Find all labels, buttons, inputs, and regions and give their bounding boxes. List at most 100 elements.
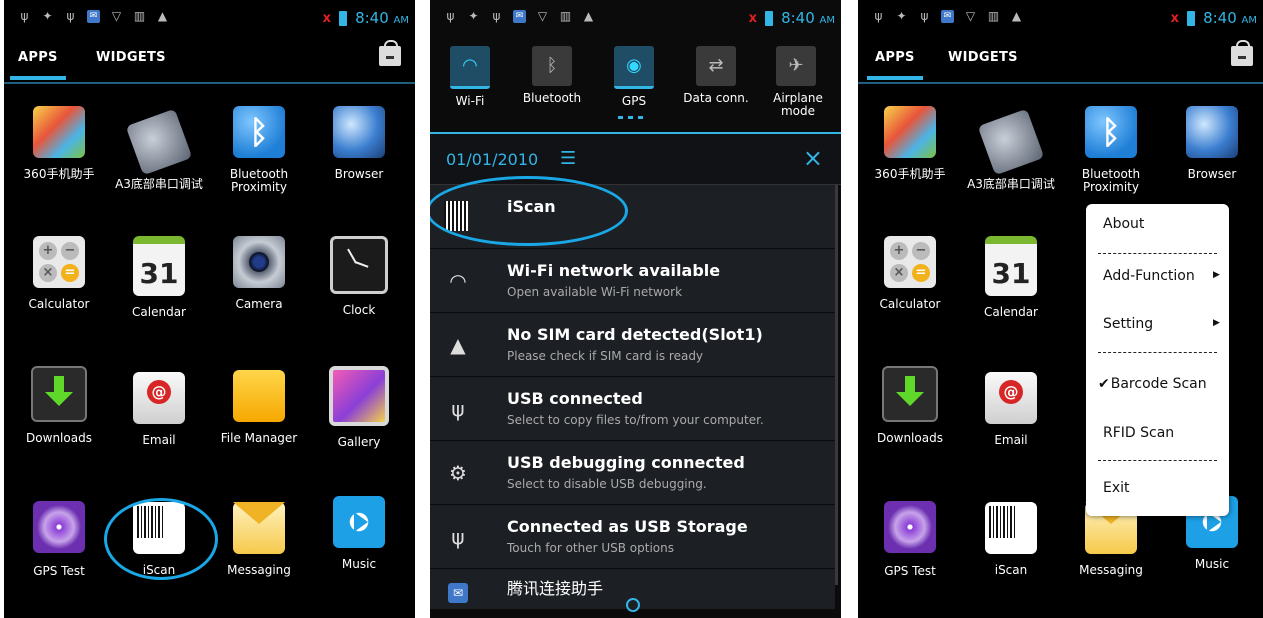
iscan-options-menu: About Add-Function ▶ Setting ▶ ✔Barcode Sc… — [1086, 204, 1229, 516]
highlight-ring — [104, 498, 218, 580]
battery-icon — [765, 10, 774, 26]
app-calendar[interactable]: 31 Calendar — [961, 236, 1061, 319]
usb-icon: ψ — [874, 9, 883, 23]
bluetooth-icon: ᛒ — [532, 46, 572, 86]
usb-icon: ψ — [66, 9, 75, 23]
app-calendar[interactable]: 31 Calendar — [109, 236, 209, 319]
browser-globe-icon — [333, 106, 385, 158]
settings-sliders-icon[interactable]: ☰ — [560, 148, 576, 169]
airplane-icon: ✈ — [776, 46, 816, 86]
app-drawer-screen: ψ ✦ ψ ✉ ▽ ▥ ▲ x 8:40 AM APPS WIDGETS 360… — [4, 0, 415, 618]
messaging-icon — [233, 502, 285, 554]
menu-item-exit[interactable]: Exit — [1103, 480, 1130, 496]
browser-globe-icon — [1186, 106, 1238, 158]
qs-airplane-mode[interactable]: ✈ Airplane mode — [756, 46, 836, 118]
qs-bluetooth[interactable]: ᛒ Bluetooth — [512, 46, 592, 105]
email-icon: @ — [985, 372, 1037, 424]
tencent-icon: ✉ — [448, 583, 468, 603]
notification-scrollbar[interactable] — [835, 185, 838, 585]
debug-icon: ✦ — [42, 9, 53, 23]
downloads-icon — [31, 366, 87, 422]
qs-gps[interactable]: ◉ GPS — [594, 46, 674, 108]
usb-icon: ψ — [446, 9, 455, 23]
status-bar: ψ ✦ ψ ✉ ▽ ▥ ▲ x 8:40 AM — [430, 0, 841, 38]
barcode-icon — [985, 502, 1037, 554]
app-email[interactable]: @ Email — [109, 366, 209, 447]
calculator-icon: + − × = — [884, 236, 936, 288]
menu-item-about[interactable]: About — [1103, 216, 1144, 232]
status-icons-right: x 8:40 AM — [1171, 9, 1257, 27]
app-browser[interactable]: Browser — [1162, 106, 1262, 181]
app-messaging[interactable]: Messaging — [209, 496, 309, 577]
app-360-assistant[interactable]: 360手机助手 — [9, 106, 109, 181]
app-gallery[interactable]: Gallery — [309, 366, 409, 449]
menu-item-setting[interactable]: Setting ▶ — [1103, 316, 1220, 332]
app-file-manager[interactable]: File Manager — [209, 366, 309, 445]
status-clock: 8:40 AM — [355, 9, 409, 27]
menu-item-barcode-scan[interactable]: ✔Barcode Scan — [1098, 376, 1207, 392]
equals-icon: = — [912, 264, 930, 282]
app-iscan[interactable]: iScan — [961, 496, 1061, 577]
calendar-icon: 31 — [985, 236, 1037, 296]
app-clock[interactable]: Clock — [309, 236, 409, 317]
app-browser[interactable]: Browser — [309, 106, 409, 181]
notification-no-sim[interactable]: ▲ No SIM card detected(Slot1) Please che… — [430, 313, 835, 377]
play-store-icon[interactable] — [1231, 40, 1253, 66]
tab-widgets[interactable]: WIDGETS — [96, 50, 166, 65]
app-bluetooth-proximity[interactable]: ᛒ Bluetooth Proximity — [1061, 106, 1161, 194]
app-calculator[interactable]: + − × = Calculator — [860, 236, 960, 311]
tencent-icon: ✉ — [513, 10, 526, 23]
app-camera[interactable]: Camera — [209, 236, 309, 311]
notification-usb-debugging[interactable]: ⚙ USB debugging connected Select to disa… — [430, 441, 835, 505]
quick-settings: ◠ Wi-Fi ᛒ Bluetooth ◉ GPS ⇄ Data conn. ✈… — [430, 38, 841, 134]
menu-item-add-function[interactable]: Add-Function ▶ — [1103, 268, 1220, 284]
app-downloads[interactable]: Downloads — [860, 366, 960, 445]
notification-usb-connected[interactable]: ψ USB connected Select to copy files to/… — [430, 377, 835, 441]
menu-separator — [1098, 460, 1217, 461]
app-music[interactable]: Music — [309, 496, 409, 571]
page-indicator — [618, 116, 643, 119]
app-gps-test[interactable]: GPS Test — [9, 496, 109, 578]
serial-port-icon — [977, 108, 1045, 176]
tab-apps[interactable]: APPS — [10, 50, 66, 80]
minus-icon: − — [912, 242, 930, 260]
clear-notifications-icon[interactable]: × — [803, 144, 823, 172]
bluetooth-icon: ᛒ — [1085, 106, 1137, 158]
debug-icon: ✦ — [468, 9, 479, 23]
gps-test-icon — [33, 501, 85, 553]
app-email[interactable]: @ Email — [961, 366, 1061, 447]
play-store-icon[interactable] — [379, 40, 401, 66]
app-gps-test[interactable]: GPS Test — [860, 496, 960, 578]
equals-icon: = — [61, 264, 79, 282]
app-calculator[interactable]: + − × = Calculator — [9, 236, 109, 311]
usb-icon: ψ — [920, 9, 929, 23]
menu-item-rfid-scan[interactable]: RFID Scan — [1103, 425, 1174, 441]
warning-icon: ▲ — [157, 9, 168, 23]
shade-handle-icon[interactable] — [626, 598, 640, 612]
tab-widgets[interactable]: WIDGETS — [948, 50, 1018, 65]
tab-apps[interactable]: APPS — [867, 50, 923, 80]
app-serial-port-debug[interactable]: A3底部串口调试 — [109, 106, 209, 191]
qs-wifi[interactable]: ◠ Wi-Fi — [430, 46, 510, 108]
app-360-assistant[interactable]: 360手机助手 — [860, 106, 960, 181]
notification-wifi-available[interactable]: ◠ Wi-Fi network available Open available… — [430, 249, 835, 313]
data-connection-icon: ⇄ — [696, 46, 736, 86]
app-downloads[interactable]: Downloads — [9, 366, 109, 445]
plus-icon: + — [39, 242, 57, 260]
360-assistant-icon — [33, 106, 85, 158]
status-icons-left: ψ ✦ ψ ✉ ▽ ▥ ▲ — [444, 10, 595, 23]
tencent-icon: ✉ — [941, 10, 954, 23]
drawer-tabs: APPS WIDGETS — [4, 38, 415, 84]
qs-data-connection[interactable]: ⇄ Data conn. — [676, 46, 756, 105]
android-debug-icon: ⚙ — [449, 461, 467, 485]
no-signal-icon: x — [322, 10, 332, 26]
no-signal-icon: x — [1170, 10, 1180, 26]
wifi-icon: ◠ — [449, 269, 467, 293]
status-icons-left: ψ ✦ ψ ✉ ▽ ▥ ▲ — [872, 10, 1023, 23]
app-serial-port-debug[interactable]: A3底部串口调试 — [961, 106, 1061, 191]
app-bluetooth-proximity[interactable]: ᛒ Bluetooth Proximity — [209, 106, 309, 194]
camera-icon — [233, 236, 285, 288]
notification-usb-storage[interactable]: ψ Connected as USB Storage Touch for oth… — [430, 505, 835, 569]
gallery-icon — [329, 366, 389, 426]
wifi-icon: ▽ — [537, 9, 548, 23]
